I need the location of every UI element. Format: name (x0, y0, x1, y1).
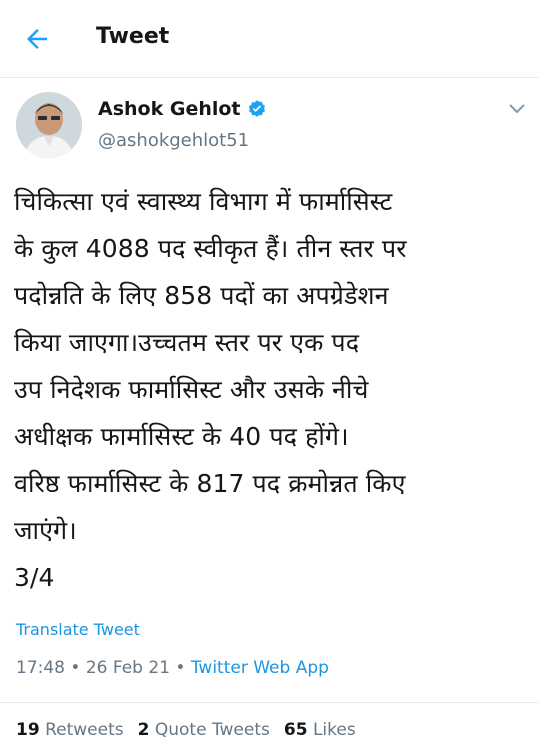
author-name[interactable]: Ashok Gehlot (98, 98, 241, 120)
tweet-time: 17:48 (16, 658, 65, 678)
top-bar: Tweet (0, 0, 539, 78)
separator-dot: • (65, 658, 86, 678)
separator-dot: • (170, 658, 191, 678)
quotes-label: Quote Tweets (154, 720, 270, 740)
retweets-count: 19 (16, 720, 40, 740)
retweets-label: Retweets (45, 720, 124, 740)
author-handle[interactable]: @ashokgehlot51 (98, 130, 249, 151)
retweets-stat[interactable]: 19 Retweets (16, 720, 124, 740)
avatar-image (16, 92, 82, 158)
quotes-count: 2 (137, 720, 150, 740)
likes-stat[interactable]: 65 Likes (284, 720, 356, 740)
avatar[interactable] (16, 92, 82, 158)
likes-label: Likes (312, 720, 356, 740)
tweet-text: चिकित्सा एवं स्वास्थ्य विभाग में फार्मास… (14, 187, 407, 592)
page-title: Tweet (96, 24, 170, 49)
divider (0, 702, 539, 703)
tweet-meta: 17:48 • 26 Feb 21 • Twitter Web App (16, 658, 329, 678)
verified-badge-icon (248, 100, 265, 117)
likes-count: 65 (283, 720, 308, 740)
tweet-source-link[interactable]: Twitter Web App (191, 658, 329, 678)
back-arrow-icon[interactable] (22, 24, 52, 54)
tweet-stats: 19 Retweets 2 Quote Tweets 65 Likes (16, 720, 356, 740)
translate-tweet-link[interactable]: Translate Tweet (16, 620, 140, 639)
author-name-row: Ashok Gehlot (98, 98, 267, 120)
tweet-date: 26 Feb 21 (85, 658, 171, 678)
quote-tweets-stat[interactable]: 2 Quote Tweets (138, 720, 270, 740)
chevron-down-icon[interactable] (507, 102, 527, 116)
